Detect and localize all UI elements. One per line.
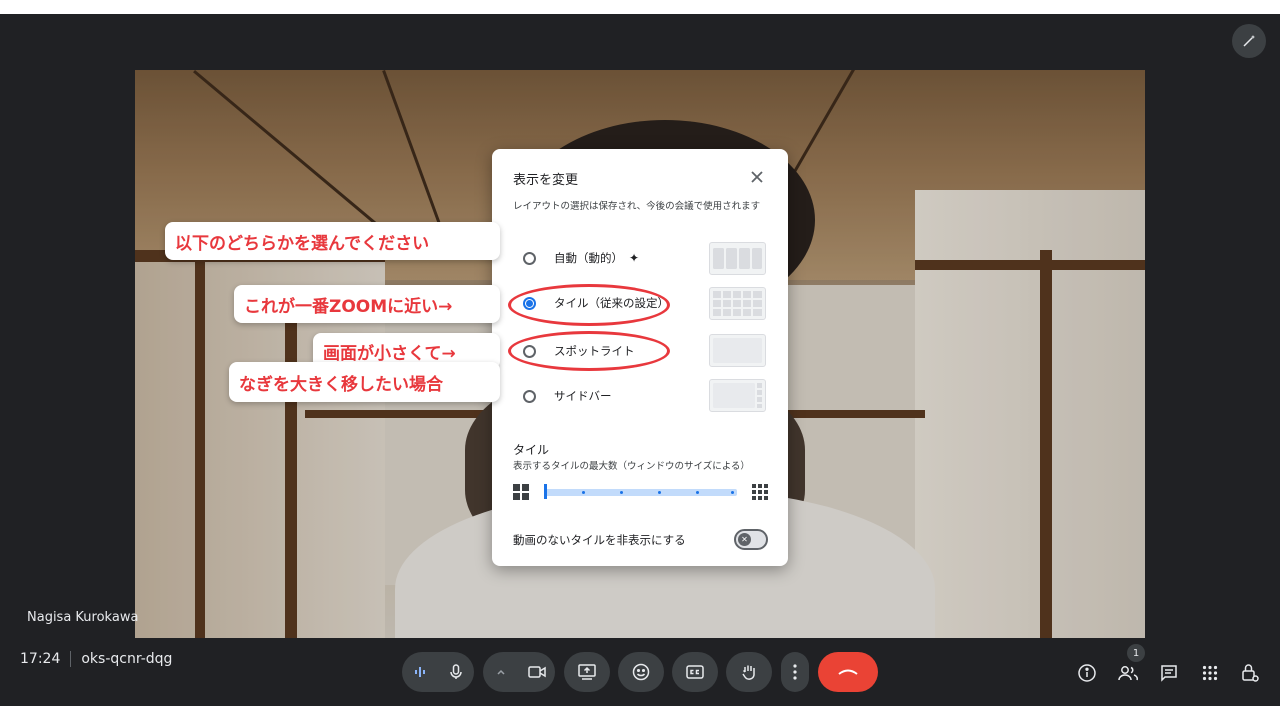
lock-person-icon xyxy=(1242,664,1259,682)
layout-option-sidebar-label: サイドバー xyxy=(554,389,612,403)
radio-sidebar[interactable] xyxy=(523,389,536,403)
meeting-details-button[interactable] xyxy=(1075,661,1099,685)
people-button[interactable] xyxy=(1116,661,1140,685)
few-tiles-icon xyxy=(513,484,529,500)
hang-up-icon xyxy=(838,669,858,675)
meeting-time: 17:24 xyxy=(20,651,61,667)
captions-button[interactable] xyxy=(672,652,718,692)
slider-tick xyxy=(696,491,699,494)
slider-tick xyxy=(620,491,623,494)
layout-thumb-spotlight xyxy=(709,334,766,367)
layout-option-label: 自動（動的） ✦ xyxy=(554,250,639,266)
participant-name: Nagisa Kurokawa xyxy=(27,610,139,625)
annotation-zoom-like: これが一番ZOOMに近い→ xyxy=(234,285,500,323)
tiled-layout-icon xyxy=(713,291,762,316)
layout-thumb-tiled xyxy=(709,287,766,320)
present-button[interactable] xyxy=(564,652,610,692)
info-icon xyxy=(1078,664,1096,682)
meeting-info: 17:24 oks-qcnr-dqg xyxy=(20,651,172,667)
camera-options-button[interactable] xyxy=(483,667,519,677)
emoji-icon xyxy=(632,663,650,681)
tiles-section-subtitle: 表示するタイルの最大数（ウィンドウのサイズによる） xyxy=(513,461,750,472)
pencil-sparkle-icon xyxy=(1243,35,1255,47)
highlight-ellipse-spotlight xyxy=(508,331,670,371)
close-button[interactable] xyxy=(746,166,768,188)
radio-auto[interactable] xyxy=(523,251,536,265)
camera-icon xyxy=(528,666,546,678)
slider-tick xyxy=(582,491,585,494)
spotlight-layout-icon xyxy=(713,338,762,363)
closed-captions-icon xyxy=(686,665,704,679)
chat-icon xyxy=(1161,665,1177,682)
meeting-code: oks-qcnr-dqg xyxy=(81,651,173,667)
divider xyxy=(70,651,72,667)
max-tiles-slider[interactable] xyxy=(545,489,737,496)
activities-button[interactable] xyxy=(1198,661,1222,685)
dialog-description: レイアウトの選択は保存され、今後の会議で使用されます xyxy=(513,201,761,212)
microphone-icon xyxy=(450,664,462,679)
tiles-section-title: タイル xyxy=(513,443,550,457)
raise-hand-button[interactable] xyxy=(726,652,772,692)
hand-icon xyxy=(742,665,755,680)
hide-no-video-toggle[interactable]: ✕ xyxy=(734,529,768,550)
audio-level-icon xyxy=(415,667,425,677)
slider-tick xyxy=(731,491,734,494)
camera-control xyxy=(483,652,555,692)
effects-button[interactable] xyxy=(1232,24,1266,58)
annotation-small-screen-2: なぎを大きく移したい場合 xyxy=(229,362,500,402)
sidebar-layout-icon xyxy=(713,383,762,408)
chat-button[interactable] xyxy=(1157,661,1181,685)
more-vert-icon xyxy=(793,664,797,680)
audio-level-button[interactable] xyxy=(402,665,438,679)
host-controls-button[interactable] xyxy=(1238,661,1262,685)
dialog-title: 表示を変更 xyxy=(513,173,579,188)
mic-control xyxy=(402,652,474,692)
sparkle-icon: ✦ xyxy=(629,251,640,265)
auto-layout-icon xyxy=(713,248,762,269)
toggle-off-icon: ✕ xyxy=(738,533,751,546)
chevron-up-icon xyxy=(497,669,505,675)
more-options-button[interactable] xyxy=(781,652,809,692)
leave-call-button[interactable] xyxy=(818,652,878,692)
annotation-choose: 以下のどちらかを選んでください xyxy=(165,222,500,260)
participants-count-badge: 1 xyxy=(1127,644,1145,662)
camera-button[interactable] xyxy=(519,665,555,679)
present-screen-icon xyxy=(578,664,596,680)
max-tiles-slider-row xyxy=(513,482,769,502)
hide-no-video-label: 動画のないタイルを非表示にする xyxy=(513,533,686,547)
people-icon xyxy=(1118,666,1138,681)
reactions-button[interactable] xyxy=(618,652,664,692)
layout-thumb-auto xyxy=(709,242,766,275)
layout-option-auto-label: 自動（動的） xyxy=(554,251,623,265)
slider-tick xyxy=(658,491,661,494)
apps-grid-icon xyxy=(1202,665,1218,681)
highlight-ellipse-tiled xyxy=(508,284,670,326)
layout-thumb-sidebar xyxy=(709,379,766,412)
microphone-button[interactable] xyxy=(438,664,474,680)
close-icon xyxy=(751,171,763,183)
many-tiles-icon xyxy=(752,484,768,500)
slider-thumb[interactable] xyxy=(544,484,547,499)
